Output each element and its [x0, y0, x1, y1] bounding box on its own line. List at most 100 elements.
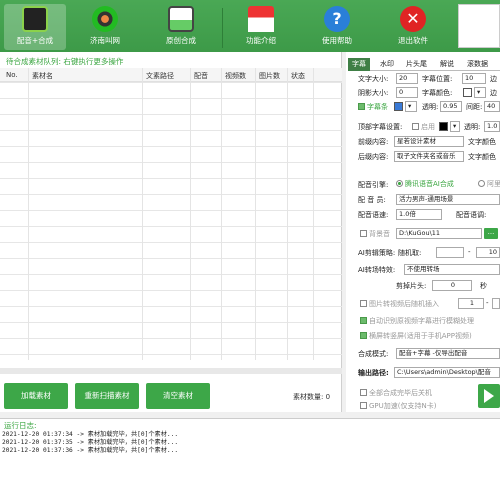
- bgm-path-input[interactable]: D:\KuGou\11: [396, 228, 482, 239]
- img-max-input[interactable]: [492, 298, 500, 309]
- ai-transition-select[interactable]: 不使用转场: [404, 264, 500, 275]
- font-size-label: 文字大小:: [358, 75, 389, 83]
- edge-label: 边: [490, 75, 497, 83]
- top-color-dropdown[interactable]: ▾: [450, 121, 460, 132]
- bar-color-swatch[interactable]: [394, 102, 403, 111]
- material-count: 素材数量: 0: [293, 393, 331, 401]
- voice-select[interactable]: 活力男声-通用场景: [396, 194, 500, 205]
- gpu-checkbox[interactable]: [360, 402, 367, 409]
- subtitle-color-dropdown[interactable]: ▾: [474, 87, 486, 98]
- tab-narration[interactable]: 解说: [436, 58, 458, 71]
- alpha2-input[interactable]: 1.0: [484, 121, 500, 132]
- image-icon: [168, 6, 194, 32]
- rescan-material-button[interactable]: 重新扫描素材: [75, 383, 139, 409]
- shadow-input[interactable]: 0: [396, 87, 418, 98]
- column-header[interactable]: 状态: [291, 71, 305, 81]
- suffix-input[interactable]: 取子文件夹名或音乐: [394, 151, 464, 162]
- alpha-input[interactable]: 0.95: [440, 101, 462, 112]
- column-divider: [255, 68, 256, 360]
- position-label: 字幕位置:: [422, 75, 453, 83]
- tab-watermark[interactable]: 水印: [376, 58, 398, 71]
- load-material-button[interactable]: 加载素材: [4, 383, 68, 409]
- mode-select[interactable]: 配音+字幕 -仅导出配音: [396, 348, 500, 359]
- speed-select[interactable]: 1.0倍: [396, 209, 442, 220]
- position-input[interactable]: 10: [462, 73, 486, 84]
- column-header[interactable]: 配音: [194, 71, 208, 81]
- engine-tencent-label: 腾讯语音AI合成: [405, 180, 454, 188]
- bgm-label: 背景音: [369, 230, 390, 238]
- landscape-to-portrait-checkbox[interactable]: [360, 332, 367, 339]
- toolbar-label: 退出软件: [398, 36, 428, 45]
- top-subtitle-label: 顶部字幕设置:: [358, 123, 403, 131]
- subtitle-bar-checkbox[interactable]: [358, 103, 365, 110]
- random-label: 随机取:: [398, 249, 422, 257]
- font-size-input[interactable]: 20: [396, 73, 418, 84]
- column-divider: [313, 68, 314, 360]
- engine-tencent-radio[interactable]: [396, 180, 403, 187]
- voice-label: 配 音 员:: [358, 196, 386, 204]
- queue-table-body[interactable]: [0, 82, 342, 360]
- landscape-to-portrait-label: 横屏转竖屏(适用于手机APP视频): [369, 332, 472, 340]
- tab-scroll-data[interactable]: 滚数据: [463, 58, 492, 71]
- toolbar-features-button[interactable]: 功能介绍: [230, 4, 292, 50]
- toolbar-label: 原创合成: [166, 36, 196, 45]
- toolbar-original-compose-button[interactable]: 原创合成: [150, 4, 212, 50]
- top-toolbar: 配音+合成 济南叫网 原创合成 功能介绍 ? 使用帮助 ✕ 退出软件: [0, 0, 500, 52]
- img-to-video-label: 图片转视频后随机插入: [369, 300, 439, 308]
- gpu-label: GPU加速(仅支持N卡): [369, 402, 437, 410]
- column-header[interactable]: No.: [6, 71, 18, 79]
- edge-label: 边: [490, 89, 497, 97]
- ai-transition-label: AI转场特效:: [358, 266, 396, 274]
- mode-label: 合成模式:: [358, 350, 389, 358]
- alpha-label: 透明:: [422, 103, 439, 111]
- shutdown-checkbox[interactable]: [360, 389, 367, 396]
- speed-label: 配音语速:: [358, 211, 389, 219]
- spacing-input[interactable]: 40: [484, 101, 500, 112]
- column-divider: [142, 68, 143, 360]
- toolbar-jinan-button[interactable]: 济南叫网: [74, 4, 136, 50]
- horizontal-scrollbar[interactable]: [0, 368, 342, 374]
- subtitle-color-swatch[interactable]: [463, 88, 472, 97]
- auto-subtitle-blur-checkbox[interactable]: [360, 317, 367, 324]
- random-min-input[interactable]: [436, 247, 464, 258]
- queue-title: 待合成素材队列: 右键执行更多操作: [6, 57, 124, 66]
- tone-label: 配音语调:: [456, 211, 487, 219]
- column-divider: [190, 68, 191, 360]
- toolbar-help-button[interactable]: ? 使用帮助: [306, 4, 368, 50]
- ai-cut-label: AI剪辑策略:: [358, 249, 396, 257]
- cut-head-label: 剪掉片头:: [396, 282, 427, 290]
- toolbar-dub-compose-button[interactable]: 配音+合成: [4, 4, 66, 50]
- clear-material-button[interactable]: 清空素材: [146, 383, 210, 409]
- bgm-browse-button[interactable]: ...: [484, 228, 498, 239]
- column-divider: [221, 68, 222, 360]
- column-header[interactable]: 素材名: [32, 71, 53, 81]
- bar-color-dropdown[interactable]: ▾: [405, 101, 417, 112]
- start-compose-button[interactable]: [478, 384, 500, 408]
- text-color-label: 文字颜色: [468, 138, 496, 146]
- tab-intro-outro[interactable]: 片头尾: [402, 58, 431, 71]
- random-max-input[interactable]: 10: [476, 247, 500, 258]
- log-panel: 运行日志: 2021-12-20 01:37:34 -> 素材加载完毕，共[0]…: [0, 418, 500, 500]
- top-color-swatch[interactable]: [439, 122, 448, 131]
- close-icon: ✕: [400, 6, 426, 32]
- column-header[interactable]: 图片数: [259, 71, 280, 81]
- column-divider: [287, 68, 288, 360]
- preview-thumbnail: [458, 4, 500, 48]
- home-icon: [248, 6, 274, 32]
- queue-panel: 待合成素材队列: 右键执行更多操作 No. 素材名 文素路径 配音 视频数 图片…: [0, 52, 342, 412]
- toolbar-exit-button[interactable]: ✕ 退出软件: [382, 4, 444, 50]
- output-path-input[interactable]: C:\Users\admin\Desktop\配音: [394, 367, 500, 378]
- prefix-input[interactable]: 星若设计素材: [394, 136, 464, 147]
- bgm-checkbox[interactable]: [360, 230, 367, 237]
- engine-ali-radio[interactable]: [478, 180, 485, 187]
- tab-subtitle[interactable]: 字幕: [348, 58, 370, 71]
- column-header[interactable]: 视频数: [225, 71, 246, 81]
- top-subtitle-enable-checkbox[interactable]: [412, 123, 419, 130]
- auto-subtitle-blur-label: 自动识别原视频字幕进行模糊处理: [369, 317, 474, 325]
- cut-head-input[interactable]: 0: [432, 280, 472, 291]
- img-min-input[interactable]: 1: [458, 298, 484, 309]
- column-header[interactable]: 文素路径: [146, 71, 174, 81]
- img-to-video-checkbox[interactable]: [360, 300, 367, 307]
- shadow-label: 阴影大小:: [358, 89, 389, 97]
- shutdown-label: 全部合成完毕后关机: [369, 389, 432, 397]
